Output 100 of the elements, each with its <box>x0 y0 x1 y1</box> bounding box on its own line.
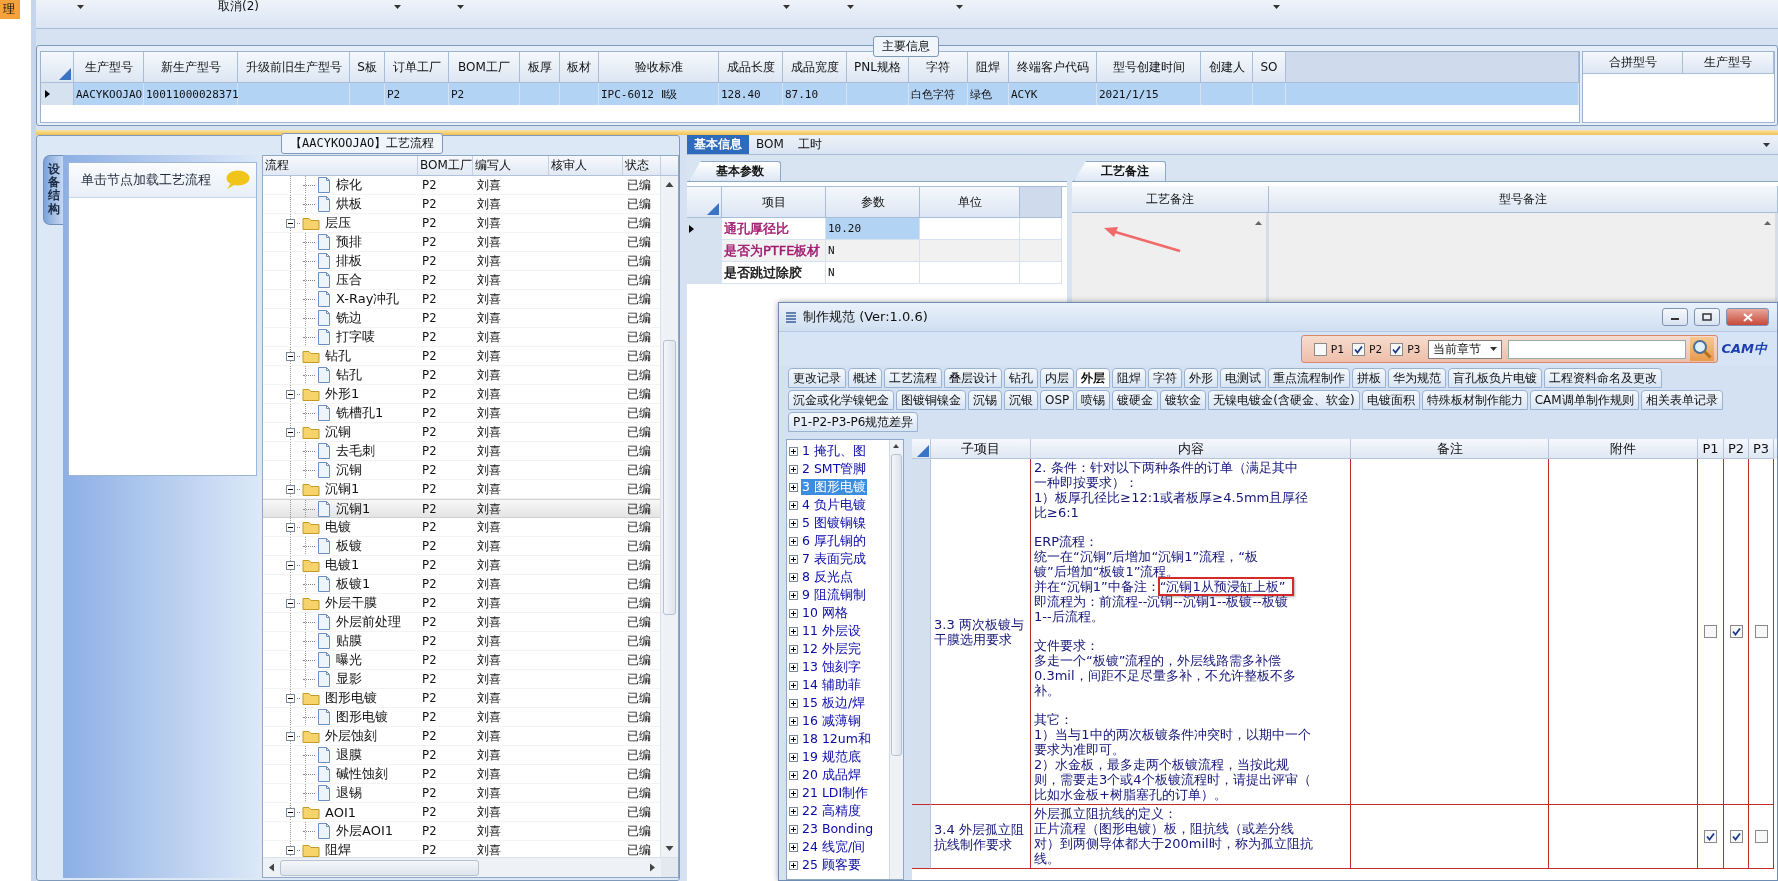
tree-row[interactable]: 钻孔 P2 刘喜 已编 <box>263 347 660 366</box>
tab[interactable]: 特殊板材制作能力 <box>1421 390 1528 410</box>
tree-node-label[interactable]: 去毛刺 <box>336 442 375 460</box>
column-header[interactable]: P3 <box>1749 439 1774 459</box>
tab[interactable]: 工时 <box>790 135 829 154</box>
column-header[interactable]: BOM工厂 <box>418 156 473 175</box>
tree-row[interactable]: 沉铜1 P2 刘喜 已编 <box>263 499 660 518</box>
tab[interactable]: 电镀面积 <box>1361 390 1420 410</box>
checkbox-label[interactable]: P2 <box>1368 342 1383 356</box>
tree-node-label[interactable]: 碱性蚀刻 <box>336 765 388 783</box>
collapse-icon[interactable] <box>286 845 295 855</box>
tree-node-label[interactable]: 钻孔 <box>336 366 362 384</box>
tree-row[interactable]: 板镀1 P2 刘喜 已编 <box>263 575 660 594</box>
expand-icon[interactable] <box>789 662 798 672</box>
tree-node-label[interactable]: 电镀 <box>325 518 351 536</box>
chapter-item[interactable]: 12 外层完 <box>801 641 862 657</box>
chapter-item[interactable]: 4 负片电镀 <box>801 497 867 513</box>
tab[interactable]: 基本信息 <box>687 135 749 154</box>
column-header[interactable]: 生产型号 <box>74 52 144 83</box>
tab[interactable]: P1-P2-P3-P6规范差异 <box>788 412 919 432</box>
column-header[interactable]: S板 <box>350 52 385 83</box>
chapter-item[interactable]: 10 网格 <box>801 605 849 621</box>
dropdown-caret-icon[interactable] <box>457 5 464 9</box>
checkbox[interactable] <box>1704 830 1717 843</box>
tree-node-label[interactable]: 铣槽孔1 <box>336 404 384 422</box>
column-header[interactable]: 型号创建时间 <box>1097 52 1201 83</box>
column-header[interactable]: 子项目 <box>931 439 1031 459</box>
menu-icon[interactable] <box>785 311 797 323</box>
expand-icon[interactable] <box>789 500 798 510</box>
tree-node-label[interactable]: 沉铜 <box>336 461 362 479</box>
tree-row[interactable]: 曝光 P2 刘喜 已编 <box>263 651 660 670</box>
chapter-item[interactable]: 20 成品焊 <box>801 767 862 783</box>
tree-node-label[interactable]: 铣边 <box>336 309 362 327</box>
chapter-item[interactable]: 11 外层设 <box>801 623 862 639</box>
tab[interactable]: 电测试 <box>1220 368 1266 388</box>
tree-node-label[interactable]: 外层AOI1 <box>336 822 393 840</box>
column-header[interactable]: 附件 <box>1549 439 1698 459</box>
tree-row[interactable]: 钻孔 P2 刘喜 已编 <box>263 366 660 385</box>
expand-icon[interactable] <box>789 446 798 456</box>
tree-node-label[interactable]: 打字唛 <box>336 328 375 346</box>
chapter-item[interactable]: 22 高精度 <box>801 803 862 819</box>
tree-row[interactable]: AOI1 P2 刘喜 已编 <box>263 803 660 822</box>
expand-icon[interactable] <box>789 482 798 492</box>
tab[interactable]: CAM调单制作规则 <box>1529 390 1639 410</box>
tree-node-label[interactable]: 板镀1 <box>336 575 371 593</box>
checkbox[interactable] <box>1754 625 1768 638</box>
tab[interactable]: 外形 <box>1184 368 1218 388</box>
column-header[interactable]: 流程 <box>263 156 418 175</box>
tree-row[interactable]: 铣边 P2 刘喜 已编 <box>263 309 660 328</box>
tree-node-label[interactable]: 退膜 <box>336 746 362 764</box>
column-header[interactable]: P2 <box>1724 439 1749 459</box>
tree-node-label[interactable]: AOI1 <box>325 804 356 820</box>
search-field[interactable] <box>1508 339 1687 359</box>
tree-row[interactable]: 外层AOI1 P2 刘喜 已编 <box>263 822 660 841</box>
column-header[interactable]: 备注 <box>1351 439 1549 459</box>
vertical-scrollbar[interactable] <box>889 440 903 879</box>
column-header[interactable]: 订单工厂 <box>385 52 449 83</box>
tree-row[interactable]: 显影 P2 刘喜 已编 <box>263 670 660 689</box>
chapter-item[interactable]: 13 蚀刻字 <box>801 659 862 675</box>
chapter-item[interactable]: 2 SMT管脚 <box>801 461 868 477</box>
tree-row[interactable]: 外层干膜 P2 刘喜 已编 <box>263 594 660 613</box>
dropdown-caret-icon[interactable] <box>847 5 854 9</box>
table-cell[interactable]: N <box>826 262 920 284</box>
dropdown-caret-icon[interactable] <box>394 5 401 9</box>
checkbox[interactable] <box>1704 625 1717 638</box>
expand-icon[interactable] <box>789 716 798 726</box>
checkbox[interactable] <box>1729 625 1743 638</box>
column-header[interactable]: 升级前旧生产型号 <box>238 52 350 83</box>
tab[interactable]: 外层 <box>1076 368 1110 388</box>
expand-icon[interactable] <box>789 590 798 600</box>
scroll-thumb[interactable] <box>663 340 676 615</box>
chapter-item[interactable]: 7 表面完成 <box>801 551 867 567</box>
collapse-icon[interactable] <box>286 731 295 741</box>
collapse-icon[interactable] <box>286 389 295 399</box>
tree-node-label[interactable]: 沉铜1 <box>325 480 360 498</box>
tab[interactable]: 沉锡 <box>968 390 1002 410</box>
tab[interactable]: 阻焊 <box>1112 368 1146 388</box>
tab[interactable]: 华为规范 <box>1388 368 1446 388</box>
chapter-item[interactable]: 24 线宽/间 <box>801 839 867 855</box>
tab[interactable]: 重点流程制作 <box>1268 368 1350 388</box>
expand-icon[interactable] <box>789 752 798 762</box>
tree-node-label[interactable]: 沉铜 <box>325 423 351 441</box>
chapter-item[interactable]: 23 Bonding <box>801 821 875 837</box>
chapter-item[interactable]: 5 图镀铜镍 <box>801 515 867 531</box>
tab[interactable]: 叠层设计 <box>944 368 1002 388</box>
collapse-icon[interactable] <box>286 484 295 494</box>
tree-node-label[interactable]: 贴膜 <box>336 632 362 650</box>
tree-node-label[interactable]: 图形电镀 <box>336 708 388 726</box>
close-button[interactable] <box>1726 308 1769 326</box>
tree-row[interactable]: 电镀 P2 刘喜 已编 <box>263 518 660 537</box>
tab[interactable]: 拼板 <box>1352 368 1386 388</box>
checkbox-label[interactable]: P1 <box>1330 342 1344 356</box>
nav-item[interactable]: 理 <box>0 0 20 19</box>
column-header[interactable]: 终端客户代码 <box>1009 52 1097 83</box>
table-cell[interactable]: 10.20 <box>826 218 920 240</box>
expand-icon[interactable] <box>789 770 798 780</box>
tree-node-label[interactable]: 图形电镀 <box>325 689 377 707</box>
tree-node-label[interactable]: 退锡 <box>336 784 362 802</box>
dropdown-caret-icon[interactable] <box>1273 5 1280 9</box>
column-header[interactable]: 板厚 <box>520 52 560 83</box>
